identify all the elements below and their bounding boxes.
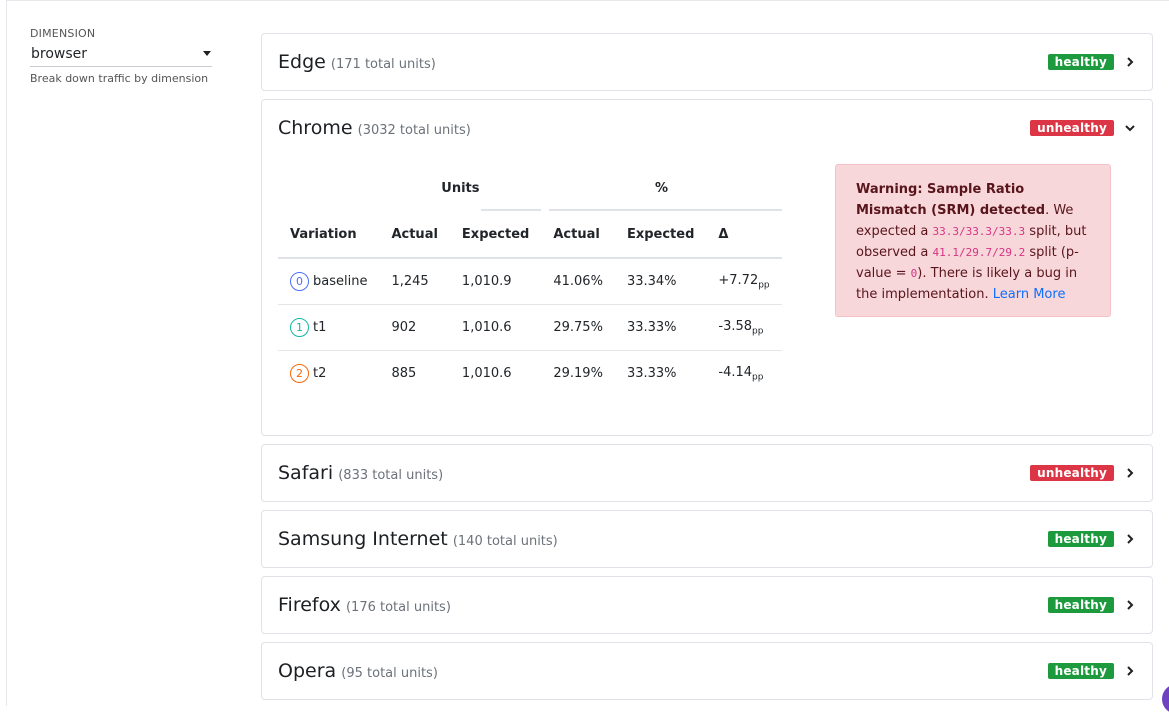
dimension-name: Chrome	[278, 117, 353, 139]
variation-number-badge: 1	[290, 318, 309, 337]
pct-expected: 33.33%	[614, 304, 707, 351]
card-title: Opera (95 total units)	[278, 660, 438, 682]
total-units: (140 total units)	[452, 534, 558, 549]
units-expected: 1,010.6	[449, 304, 542, 351]
variation-cell: 0 baseline	[278, 258, 380, 305]
variation-number-badge: 0	[290, 272, 309, 291]
variation-cell: 2 t2	[278, 351, 379, 397]
variation-name: t1	[313, 320, 327, 335]
pct-actual: 41.06%	[541, 258, 615, 305]
variation-name: baseline	[313, 274, 368, 289]
pct-actual: 29.19%	[553, 366, 603, 381]
srm-warning-alert: Warning: Sample Ratio Mismatch (SRM) det…	[835, 164, 1111, 317]
dimension-name: Safari	[278, 462, 334, 484]
col-header-pct-actual: Actual	[541, 211, 615, 259]
table-row: 2 t2 885 1,010.6 29.19% 33.33% -4.14pp	[278, 351, 782, 397]
delta-value: -3.58	[718, 318, 753, 334]
dimension-card-firefox[interactable]: Firefox (176 total units) healthy	[261, 576, 1153, 634]
col-header-expected: Expected	[449, 211, 542, 259]
floating-help-button[interactable]	[1162, 684, 1169, 714]
col-header-actual: Actual	[379, 211, 450, 259]
delta-cell: -3.58pp	[706, 304, 782, 351]
delta-cell: -4.14pp	[706, 351, 781, 397]
chevron-right-icon[interactable]	[1122, 54, 1138, 70]
observed-split: 41.1/29.7/29.2	[932, 246, 1026, 259]
card-title: Safari (833 total units)	[278, 462, 443, 484]
status-badge: unhealthy	[1030, 120, 1114, 136]
dimension-name: Edge	[278, 51, 326, 73]
dimension-card-chrome[interactable]: Chrome (3032 total units) unhealthy Unit…	[261, 99, 1153, 436]
units-actual: 885	[391, 366, 417, 381]
dimension-name: Firefox	[278, 594, 341, 616]
table-row: 1 t1 902 1,010.6 29.75% 33.33% -3.58pp	[278, 304, 782, 351]
units-expected: 1,010.9	[449, 258, 542, 305]
dimension-name: Samsung Internet	[278, 528, 448, 550]
col-header-variation: Variation	[278, 211, 380, 259]
variation-name: t2	[313, 366, 327, 381]
status-badge: healthy	[1047, 54, 1114, 70]
status-badge: healthy	[1047, 663, 1114, 679]
dimension-name: Opera	[278, 660, 337, 682]
status-badge: healthy	[1047, 597, 1114, 613]
chevron-right-icon[interactable]	[1122, 597, 1138, 613]
dimension-help-text: Break down traffic by dimension	[30, 72, 209, 85]
delta-value: +7.72	[718, 272, 759, 288]
units-actual: 1,245	[379, 258, 450, 305]
units-expected: 1,010.6	[461, 366, 512, 381]
left-divider	[6, 0, 7, 706]
table-row: 0 baseline 1,245 1,010.9 41.06% 33.34% +7…	[278, 258, 782, 305]
top-divider	[6, 0, 1169, 1]
card-title: Firefox (176 total units)	[278, 594, 451, 616]
card-title: Samsung Internet (140 total units)	[278, 528, 558, 550]
col-header-pct-expected: Expected	[614, 211, 707, 259]
caret-down-icon	[203, 51, 211, 56]
dimension-label: DIMENSION	[30, 27, 96, 40]
total-units: (171 total units)	[330, 57, 436, 72]
status-badge: healthy	[1047, 531, 1114, 547]
pct-actual: 29.75%	[541, 304, 615, 351]
dimension-select[interactable]: browser	[30, 44, 212, 67]
delta-cell: +7.72pp	[706, 258, 782, 305]
learn-more-link[interactable]: Learn More	[993, 287, 1066, 302]
total-units: (3032 total units)	[357, 123, 471, 138]
variation-number-badge: 2	[290, 364, 309, 383]
total-units: (176 total units)	[345, 600, 451, 615]
variation-table: Units % Variation Actual Expected Actual…	[278, 165, 782, 396]
card-title: Edge (171 total units)	[278, 51, 436, 73]
dimension-card-opera[interactable]: Opera (95 total units) healthy	[261, 642, 1153, 700]
col-header-delta: Δ	[706, 211, 782, 259]
status-badge: unhealthy	[1030, 465, 1114, 481]
chevron-right-icon[interactable]	[1122, 465, 1138, 481]
group-header-units: Units	[379, 165, 542, 211]
group-header-spacer	[278, 165, 379, 211]
expected-split: 33.3/33.3/33.3	[932, 225, 1026, 238]
pct-expected: 33.33%	[626, 366, 677, 381]
total-units: (833 total units)	[338, 468, 444, 483]
dimension-card-edge[interactable]: Edge (171 total units) healthy	[261, 33, 1153, 91]
dimension-card-safari[interactable]: Safari (833 total units) unhealthy	[261, 444, 1153, 502]
group-header-percent: %	[541, 165, 782, 211]
dimension-card-samsung-internet[interactable]: Samsung Internet (140 total units) healt…	[261, 510, 1153, 568]
units-actual: 902	[379, 304, 450, 351]
delta-value: -4.14	[718, 364, 753, 380]
delta-unit: pp	[758, 280, 770, 291]
chevron-down-icon[interactable]	[1122, 120, 1138, 136]
variation-cell: 1 t1	[278, 304, 380, 351]
chevron-right-icon[interactable]	[1122, 663, 1138, 679]
chevron-right-icon[interactable]	[1122, 531, 1138, 547]
dimension-select-value: browser	[31, 46, 88, 62]
delta-unit: pp	[752, 372, 764, 383]
delta-unit: pp	[752, 326, 764, 337]
pct-expected: 33.34%	[614, 258, 707, 305]
total-units: (95 total units)	[341, 666, 438, 681]
warning-title: Warning: Sample Ratio Mismatch (SRM) det…	[856, 182, 1046, 218]
card-title: Chrome (3032 total units)	[278, 117, 471, 139]
